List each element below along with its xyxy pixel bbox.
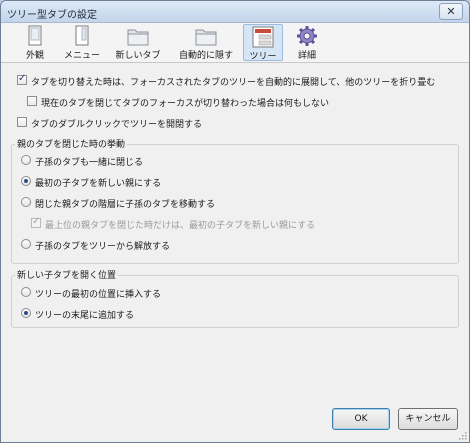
- tab-tree[interactable]: ツリー: [243, 24, 283, 62]
- option-label: ツリーの末尾に追加する: [35, 311, 135, 321]
- menu-icon: [75, 25, 89, 46]
- tab-label: 自動的に隠す: [178, 51, 233, 61]
- tab-label: 新しいタブ: [115, 51, 161, 61]
- close-parent-legend: 親のタブを閉じた時の挙動: [15, 137, 128, 150]
- tab-label: 詳細: [297, 51, 316, 61]
- option-label: 閉じた親タブの階層に子孫のタブを移動する: [35, 200, 216, 210]
- category-toolbar: 外観 メニュー 新しいタブ 自動的に隠す ツリー 詳細: [1, 23, 469, 63]
- option-label: 子孫のタブも一緒に閉じる: [35, 158, 144, 168]
- ok-button[interactable]: OK: [332, 408, 390, 430]
- tab-label: 外観: [25, 51, 44, 61]
- window-title: ツリー型タブの設定: [7, 10, 97, 21]
- folder-icon: [195, 29, 217, 46]
- auto-expand-checkbox[interactable]: [17, 73, 27, 85]
- tree-icon: [252, 26, 274, 48]
- tab-advanced[interactable]: 詳細: [287, 24, 327, 61]
- radio-button[interactable]: [21, 155, 31, 165]
- tree-settings-panel: タブを切り替えた時は、フォーカスされたタブのツリーを自動的に展開して、他のツリー…: [1, 64, 469, 442]
- tab-menu[interactable]: メニュー: [59, 24, 105, 61]
- option-label: 現在のタブを閉じてタブのフォーカスが切り替わった場合は何もしない: [41, 99, 330, 109]
- tab-new-tab[interactable]: 新しいタブ: [109, 24, 167, 61]
- resize-grip-icon[interactable]: [457, 430, 467, 440]
- radio-button[interactable]: [21, 176, 31, 186]
- gear-icon: [297, 26, 317, 46]
- title-bar[interactable]: ツリー型タブの設定 ✕: [1, 1, 469, 23]
- folder-icon: [127, 29, 149, 46]
- dblclick-toggle-checkbox[interactable]: [17, 117, 27, 127]
- option-label: 最初の子タブを新しい親にする: [35, 179, 162, 189]
- appearance-icon: [28, 25, 42, 46]
- option-label: タブのダブルクリックでツリーを開閉する: [31, 120, 203, 130]
- option-label: タブを切り替えた時は、フォーカスされたタブのツリーを自動的に展開して、他のツリー…: [31, 78, 436, 88]
- tab-label: ツリー: [249, 52, 277, 62]
- new-child-position-legend: 新しい子タブを開く位置: [15, 268, 119, 281]
- option-label: 子孫のタブをツリーから解放する: [35, 242, 171, 252]
- no-expand-on-close-checkbox[interactable]: [27, 96, 37, 106]
- tab-appearance[interactable]: 外観: [15, 24, 55, 61]
- option-label: ツリーの最初の位置に挿入する: [35, 290, 162, 300]
- tab-auto-hide[interactable]: 自動的に隠す: [171, 24, 241, 61]
- cancel-button[interactable]: キャンセル: [398, 408, 458, 430]
- radio-button[interactable]: [21, 239, 31, 249]
- tab-label: メニュー: [63, 51, 100, 61]
- radio-button[interactable]: [21, 308, 31, 318]
- top-level-only-checkbox[interactable]: [31, 216, 41, 228]
- option-label: 最上位の親タブを閉じた時だけは、最初の子タブを新しい親にする: [45, 221, 316, 231]
- radio-button[interactable]: [21, 287, 31, 297]
- radio-button[interactable]: [21, 197, 31, 207]
- preferences-window: ツリー型タブの設定 ✕ 外観 メニュー 新しいタブ 自動的に隠す ツリー 詳細 …: [0, 0, 470, 443]
- close-button[interactable]: ✕: [439, 3, 463, 20]
